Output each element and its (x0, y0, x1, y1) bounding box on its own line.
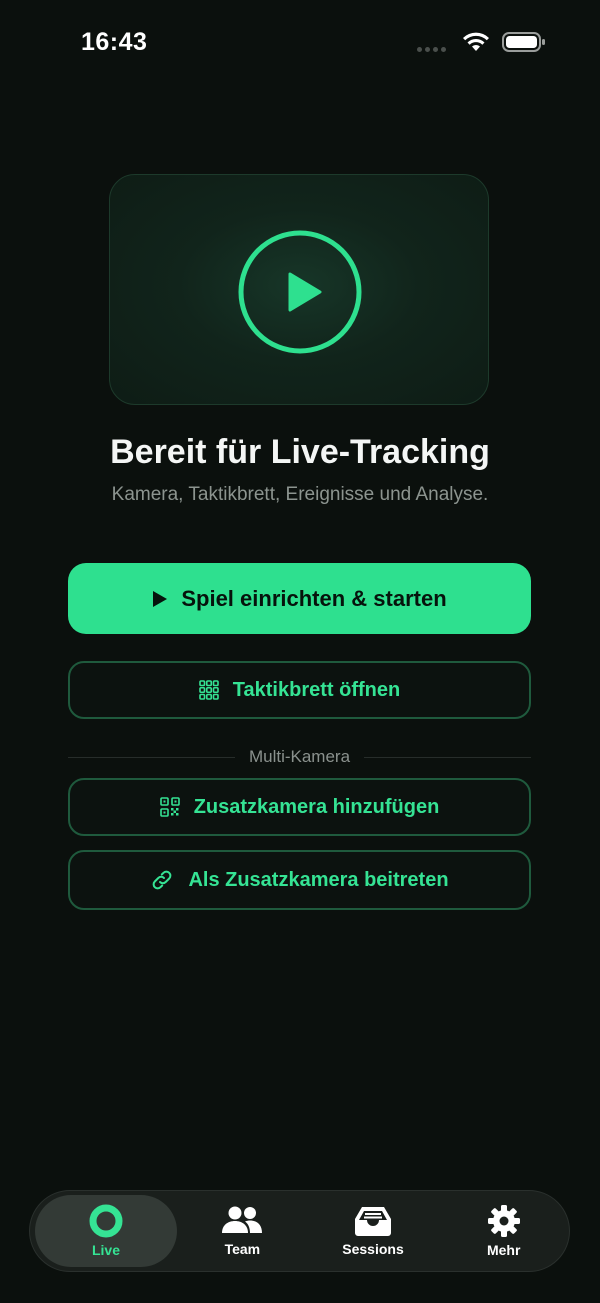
divider-line (68, 756, 235, 758)
battery-icon (502, 32, 545, 52)
play-icon (153, 590, 168, 607)
multi-camera-divider: Multi-Kamera (68, 746, 531, 768)
tab-more-label: Mehr (486, 1242, 521, 1258)
tab-team[interactable]: Team (177, 1195, 308, 1267)
qr-code-icon (159, 797, 180, 817)
live-dot-icon (89, 1204, 123, 1238)
tab-sessions[interactable]: Sessions (308, 1195, 439, 1267)
tab-bar: Live Team Sessions Mehr (29, 1190, 570, 1272)
multi-camera-section-label: Multi-Kamera (248, 747, 351, 766)
open-tactics-board-button[interactable]: Taktikbrett öffnen (68, 661, 531, 719)
page-subtitle: Kamera, Taktikbrett, Ereignisse und Anal… (111, 484, 489, 505)
hero-card (109, 174, 489, 405)
tab-live-label: Live (91, 1242, 120, 1258)
join-as-camera-button[interactable]: Als Zusatzkamera beitreten (68, 850, 531, 910)
start-game-label: Spiel einrichten & starten (181, 585, 447, 611)
wifi-icon (463, 32, 489, 51)
tab-team-label: Team (224, 1241, 261, 1257)
join-as-camera-label: Als Zusatzkamera beitreten (188, 868, 449, 891)
status-indicators (417, 31, 546, 53)
add-camera-label: Zusatzkamera hinzufügen (193, 795, 440, 818)
link-icon (153, 870, 172, 890)
play-circle-icon (238, 230, 362, 354)
grid-icon (198, 680, 219, 700)
people-icon (222, 1206, 263, 1233)
status-time: 16:43 (81, 28, 148, 56)
start-game-button[interactable]: Spiel einrichten & starten (68, 563, 531, 634)
tab-sessions-label: Sessions (342, 1241, 404, 1257)
open-tactics-board-label: Taktikbrett öffnen (232, 678, 401, 701)
divider-line (364, 756, 531, 758)
add-camera-button[interactable]: Zusatzkamera hinzufügen (68, 778, 531, 836)
page-title: Bereit für Live-Tracking (110, 433, 490, 471)
tab-live[interactable]: Live (35, 1195, 177, 1267)
tab-more[interactable]: Mehr (438, 1195, 569, 1267)
gear-icon (487, 1205, 520, 1237)
cellular-signal-icon (417, 33, 446, 52)
tray-icon (355, 1207, 391, 1236)
